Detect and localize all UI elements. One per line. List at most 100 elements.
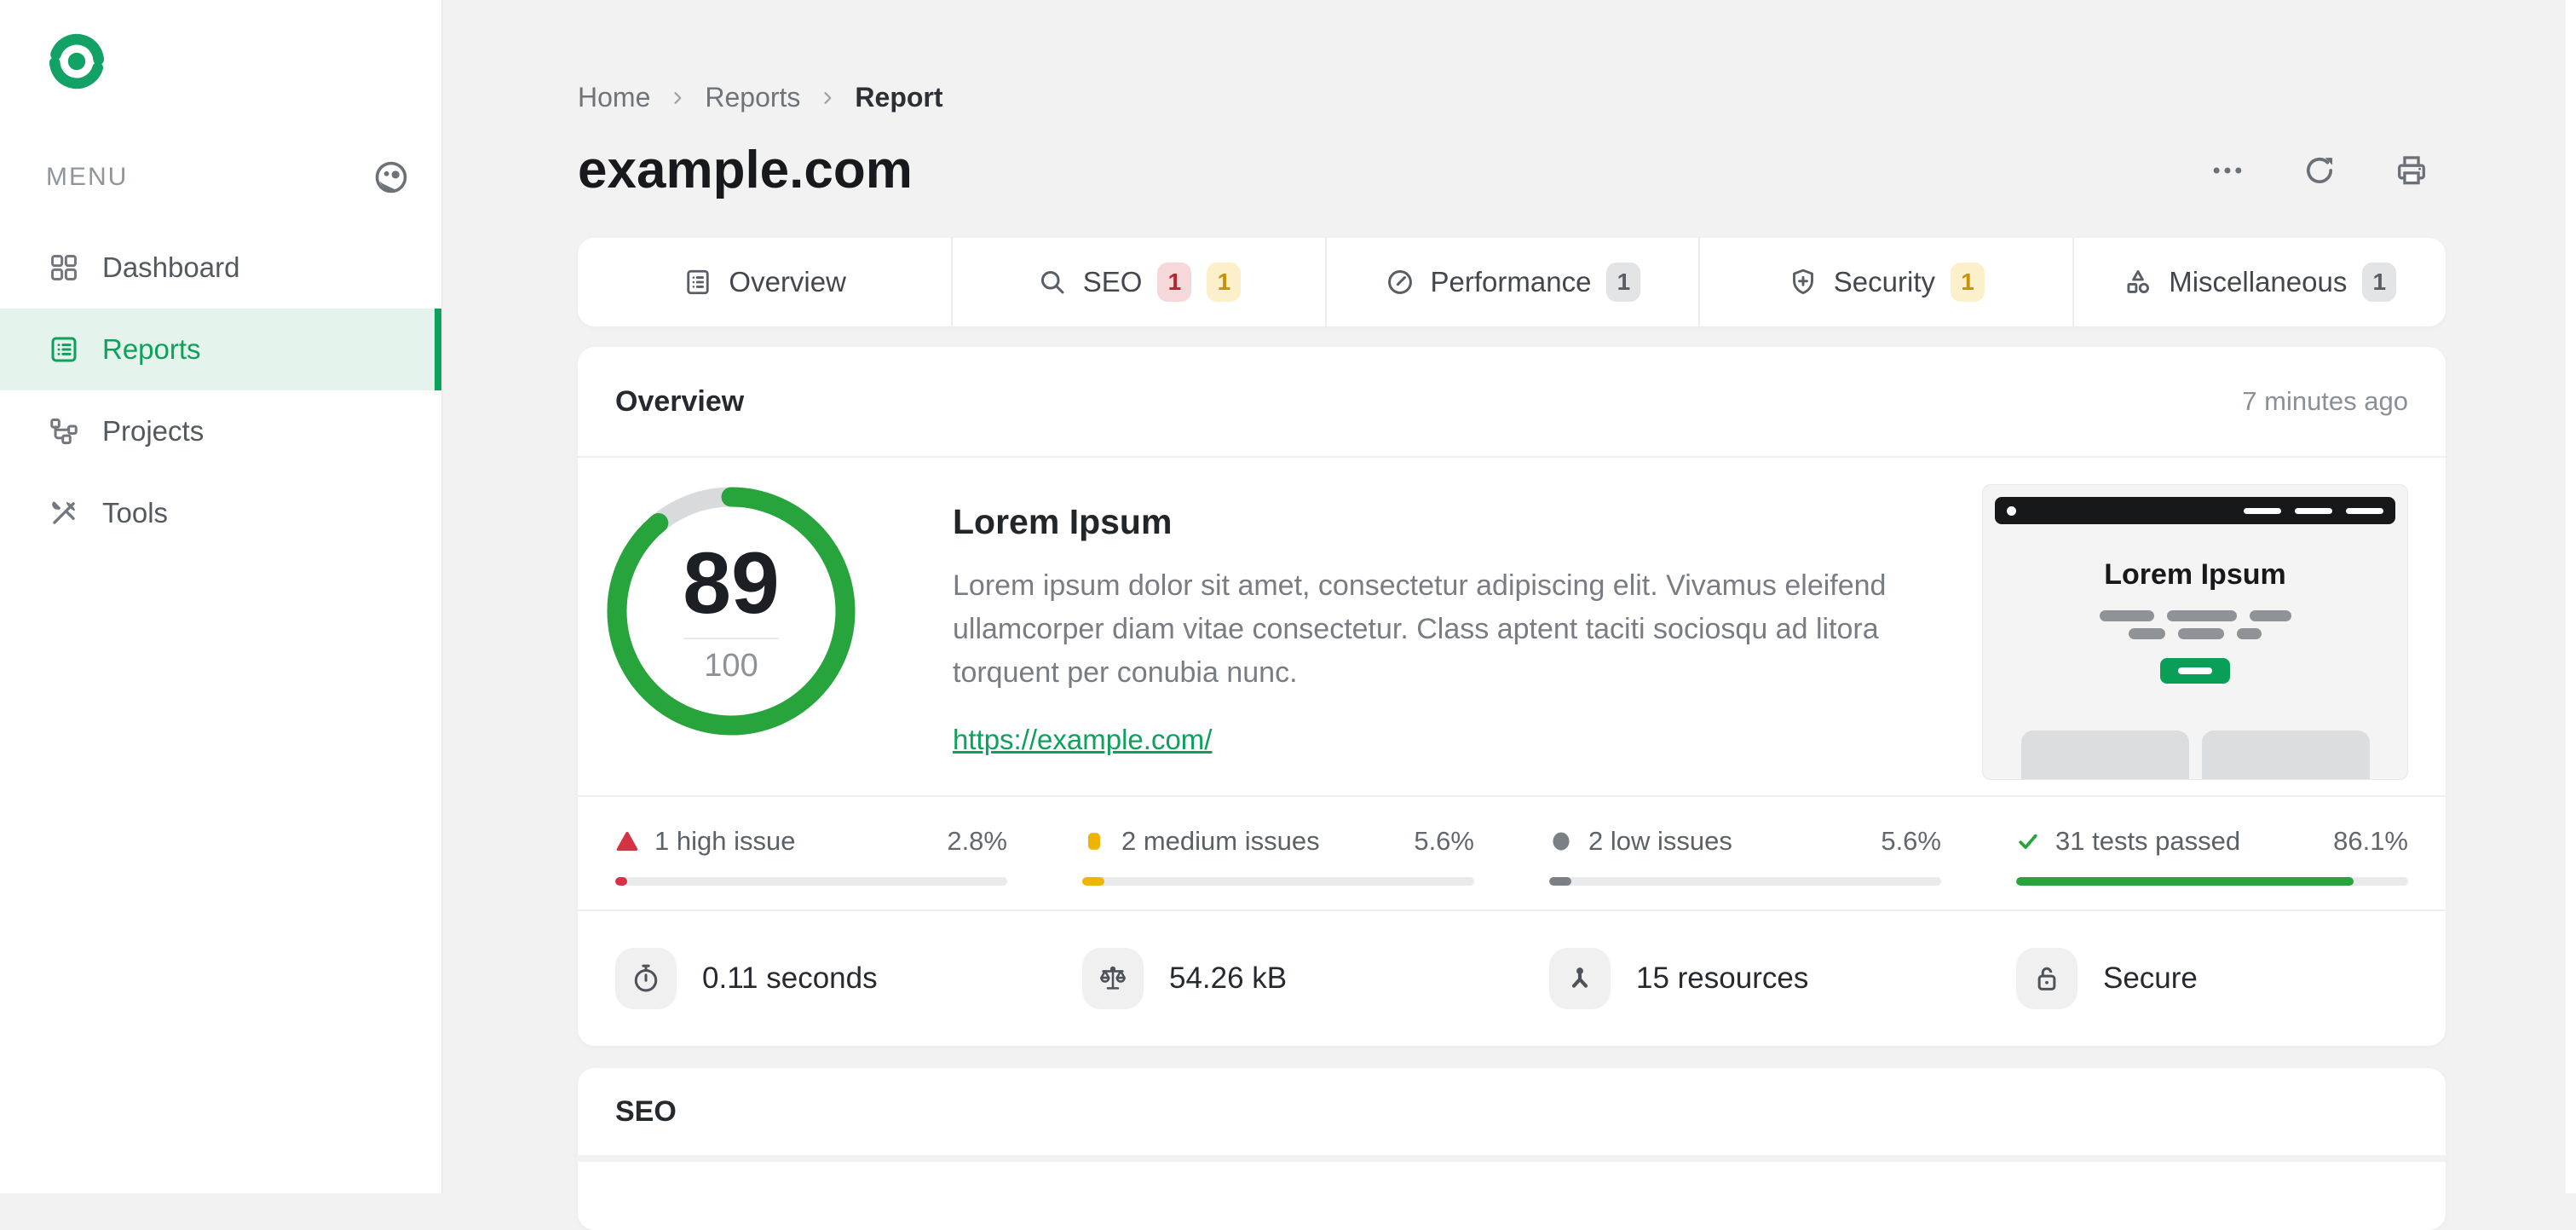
tab-seo[interactable]: SEO 1 1 xyxy=(951,238,1325,326)
site-heading: Lorem Ipsum xyxy=(953,502,1173,541)
circle-icon xyxy=(1553,832,1570,851)
sidebar: MENU Dashboard Reports Projects Tools xyxy=(0,0,443,1193)
badge-medium: 1 xyxy=(1951,263,1985,302)
lock-icon xyxy=(2016,948,2078,1009)
score-value: 89 xyxy=(683,534,780,632)
chevron-right-icon xyxy=(674,91,682,104)
reports-icon xyxy=(48,333,80,366)
header-actions xyxy=(2209,152,2430,189)
tab-security[interactable]: Security 1 xyxy=(1698,238,2072,326)
search-icon xyxy=(1037,267,1068,297)
report-tabs: Overview SEO 1 1 Performance 1 Security … xyxy=(578,238,2446,326)
seo-card-content xyxy=(578,1162,2446,1230)
preview-nav-placeholders xyxy=(2244,507,2383,514)
overview-card: Overview 7 minutes ago 89 100 Lorem Ipsu… xyxy=(578,347,2446,1046)
stat-percent: 86.1% xyxy=(2333,826,2408,856)
triangle-icon xyxy=(616,831,638,852)
badge-medium: 1 xyxy=(1207,263,1242,302)
stat-percent: 5.6% xyxy=(1881,826,1941,856)
resources-icon xyxy=(1549,948,1611,1009)
shapes-icon xyxy=(2123,267,2153,297)
stat-label: 1 high issue xyxy=(654,826,796,856)
tab-label: Security xyxy=(1833,266,1935,297)
tab-label: Overview xyxy=(729,266,846,297)
tab-overview[interactable]: Overview xyxy=(578,238,952,326)
check-icon xyxy=(2019,834,2037,849)
last-updated: 7 minutes ago xyxy=(2242,386,2408,416)
tab-miscellaneous[interactable]: Miscellaneous 1 xyxy=(2072,238,2446,326)
stat-bar-fill xyxy=(615,877,627,886)
breadcrumb-reports[interactable]: Reports xyxy=(705,82,800,113)
sidebar-item-label: Reports xyxy=(102,333,201,365)
metric-label: 15 resources xyxy=(1636,961,1809,995)
projects-icon xyxy=(48,415,80,448)
metric-load-time: 0.11 seconds xyxy=(578,911,1045,1046)
metric-label: 54.26 kB xyxy=(1169,961,1288,995)
more-options-button[interactable] xyxy=(2209,152,2246,189)
preview-block-placeholders xyxy=(1983,730,2407,779)
site-url-link[interactable]: https://example.com/ xyxy=(953,724,1212,756)
preview-heading: Lorem Ipsum xyxy=(2104,558,2286,591)
scale-icon xyxy=(1082,948,1144,1009)
stat-label: 31 tests passed xyxy=(2055,826,2241,856)
gauge-icon xyxy=(1385,267,1415,297)
square-icon xyxy=(1088,833,1100,850)
breadcrumb: Home Reports Report xyxy=(578,82,2446,113)
sidebar-item-dashboard[interactable]: Dashboard xyxy=(0,227,441,309)
site-preview-thumbnail: Lorem Ipsum xyxy=(1982,484,2408,780)
sidebar-item-tools[interactable]: Tools xyxy=(0,472,441,554)
stat-label: 2 medium issues xyxy=(1121,826,1320,856)
page-title: example.com xyxy=(578,141,913,199)
stat-label: 2 low issues xyxy=(1588,826,1732,856)
tab-label: Performance xyxy=(1430,266,1592,297)
section-title: SEO xyxy=(615,1094,677,1128)
stat-percent: 2.8% xyxy=(947,826,1007,856)
stat-medium-issues: 2 medium issues 5.6% xyxy=(1045,797,1512,910)
preview-button-placeholder xyxy=(2160,658,2230,684)
stat-high-issues: 1 high issue 2.8% xyxy=(578,797,1045,910)
metric-security: Secure xyxy=(1979,911,2446,1046)
tab-performance[interactable]: Performance 1 xyxy=(1324,238,1699,326)
stopwatch-icon xyxy=(615,948,677,1009)
score-gauge: 89 100 xyxy=(607,487,856,736)
active-indicator xyxy=(435,309,441,390)
stat-percent: 5.6% xyxy=(1414,826,1474,856)
seo-card: SEO xyxy=(578,1068,2446,1230)
sidebar-item-label: Projects xyxy=(102,415,205,447)
site-description: Lorem ipsum dolor sit amet, consectetur … xyxy=(953,569,1887,689)
chevron-right-icon xyxy=(824,91,832,104)
stat-bar-fill xyxy=(1549,877,1571,886)
badge-neutral: 1 xyxy=(2362,263,2397,302)
preview-logo-dot xyxy=(2007,505,2016,516)
tab-label: SEO xyxy=(1082,266,1143,297)
tab-label: Miscellaneous xyxy=(2169,266,2348,297)
badge-high: 1 xyxy=(1157,263,1192,302)
theme-toggle-icon[interactable] xyxy=(372,158,411,197)
sidebar-item-label: Tools xyxy=(102,497,169,528)
refresh-button[interactable] xyxy=(2301,152,2338,189)
metric-label: 0.11 seconds xyxy=(702,961,878,995)
menu-section-label: MENU xyxy=(46,163,129,191)
breadcrumb-home[interactable]: Home xyxy=(578,82,650,113)
metrics-row: 0.11 seconds 54.26 kB 15 resources Secur… xyxy=(578,911,2446,1046)
main-content: Home Reports Report example.com Overview… xyxy=(578,0,2446,1230)
score-max: 100 xyxy=(704,647,758,684)
scrollbar-track[interactable] xyxy=(2566,0,2576,1193)
stat-tests-passed: 31 tests passed 86.1% xyxy=(1979,797,2446,910)
sidebar-item-reports[interactable]: Reports xyxy=(0,309,441,390)
badge-neutral: 1 xyxy=(1606,263,1641,302)
sidebar-item-label: Dashboard xyxy=(102,251,240,283)
app-logo-icon[interactable] xyxy=(46,31,107,92)
dashboard-grid-icon xyxy=(48,251,80,284)
issue-stats-row: 1 high issue 2.8% 2 medium issues 5.6% 2… xyxy=(578,797,2446,911)
sidebar-item-projects[interactable]: Projects xyxy=(0,390,441,472)
print-button[interactable] xyxy=(2393,152,2430,189)
sidebar-menu: Dashboard Reports Projects Tools xyxy=(0,227,441,554)
metric-resources: 15 resources xyxy=(1512,911,1979,1046)
metric-label: Secure xyxy=(2103,961,2198,995)
stat-bar-fill xyxy=(2016,877,2354,886)
metric-page-size: 54.26 kB xyxy=(1045,911,1512,1046)
score-divider xyxy=(683,637,779,639)
stat-low-issues: 2 low issues 5.6% xyxy=(1512,797,1979,910)
tools-icon xyxy=(48,497,80,529)
